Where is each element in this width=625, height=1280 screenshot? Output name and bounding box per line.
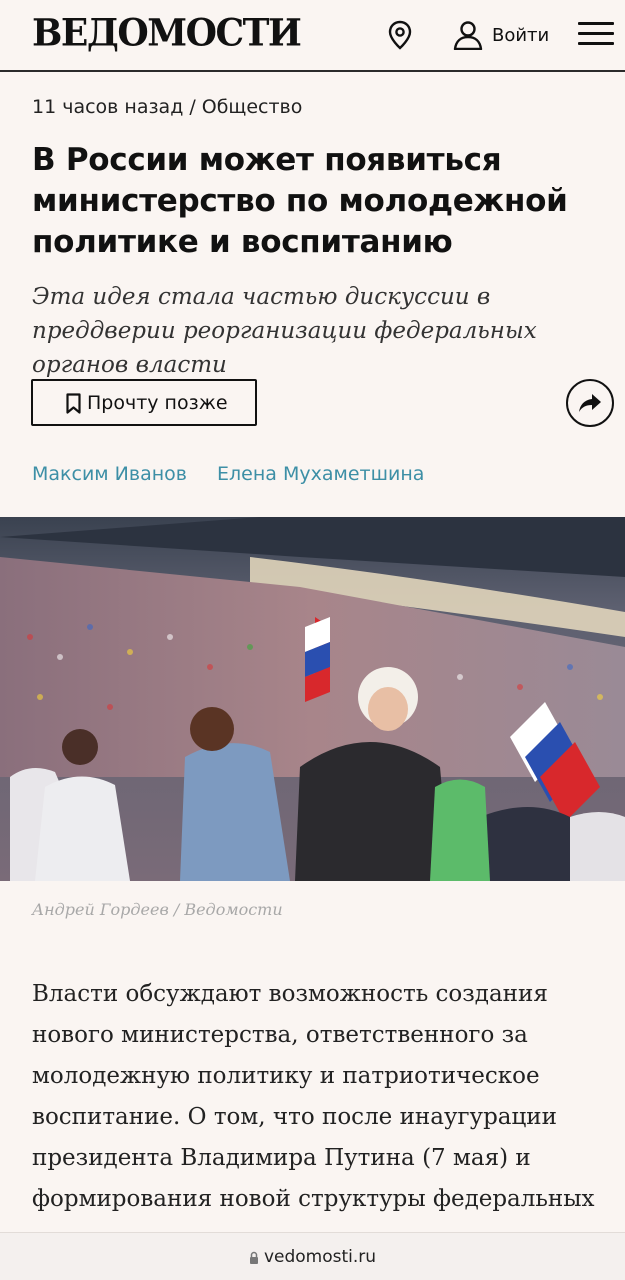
article-page: ВЕДОМОСТИ Войти 11 часов назад / Общество … [0, 0, 625, 1280]
lock-icon [249, 1251, 258, 1264]
location-pin-icon[interactable] [387, 20, 413, 50]
article-photo [0, 517, 625, 881]
photo-credit: Андрей Гордеев / Ведомости [32, 900, 283, 919]
read-later-label: Прочту позже [87, 391, 228, 414]
site-header: ВЕДОМОСТИ Войти [0, 0, 625, 72]
read-later-button[interactable]: Прочту позже [31, 379, 257, 426]
meta-separator: / [189, 96, 196, 118]
share-arrow-icon [579, 394, 601, 412]
article-body: Власти обсуждают возможность создания но… [32, 981, 595, 1212]
author-link[interactable]: Максим Иванов [32, 463, 187, 485]
section-link[interactable]: Общество [202, 96, 303, 118]
authors: Максим Иванов Елена Мухаметшина [32, 463, 448, 485]
login-button[interactable]: Войти [452, 20, 549, 50]
login-label: Войти [492, 24, 550, 46]
browser-url-bar[interactable]: vedomosti.ru [0, 1232, 625, 1280]
bookmark-icon [66, 393, 81, 414]
author-link[interactable]: Елена Мухаметшина [217, 463, 424, 485]
user-icon [453, 21, 483, 50]
share-button[interactable] [566, 379, 614, 427]
article-title: В России может появиться министерство по… [32, 142, 568, 260]
article-meta: 11 часов назад / Общество [32, 96, 302, 118]
publish-time: 11 часов назад [32, 96, 184, 118]
url-text: vedomosti.ru [263, 1246, 377, 1267]
article-subtitle: Эта идея стала частью дискуссии в преддв… [32, 284, 537, 378]
hamburger-menu-icon[interactable] [578, 22, 614, 48]
site-logo[interactable]: ВЕДОМОСТИ [32, 11, 302, 55]
